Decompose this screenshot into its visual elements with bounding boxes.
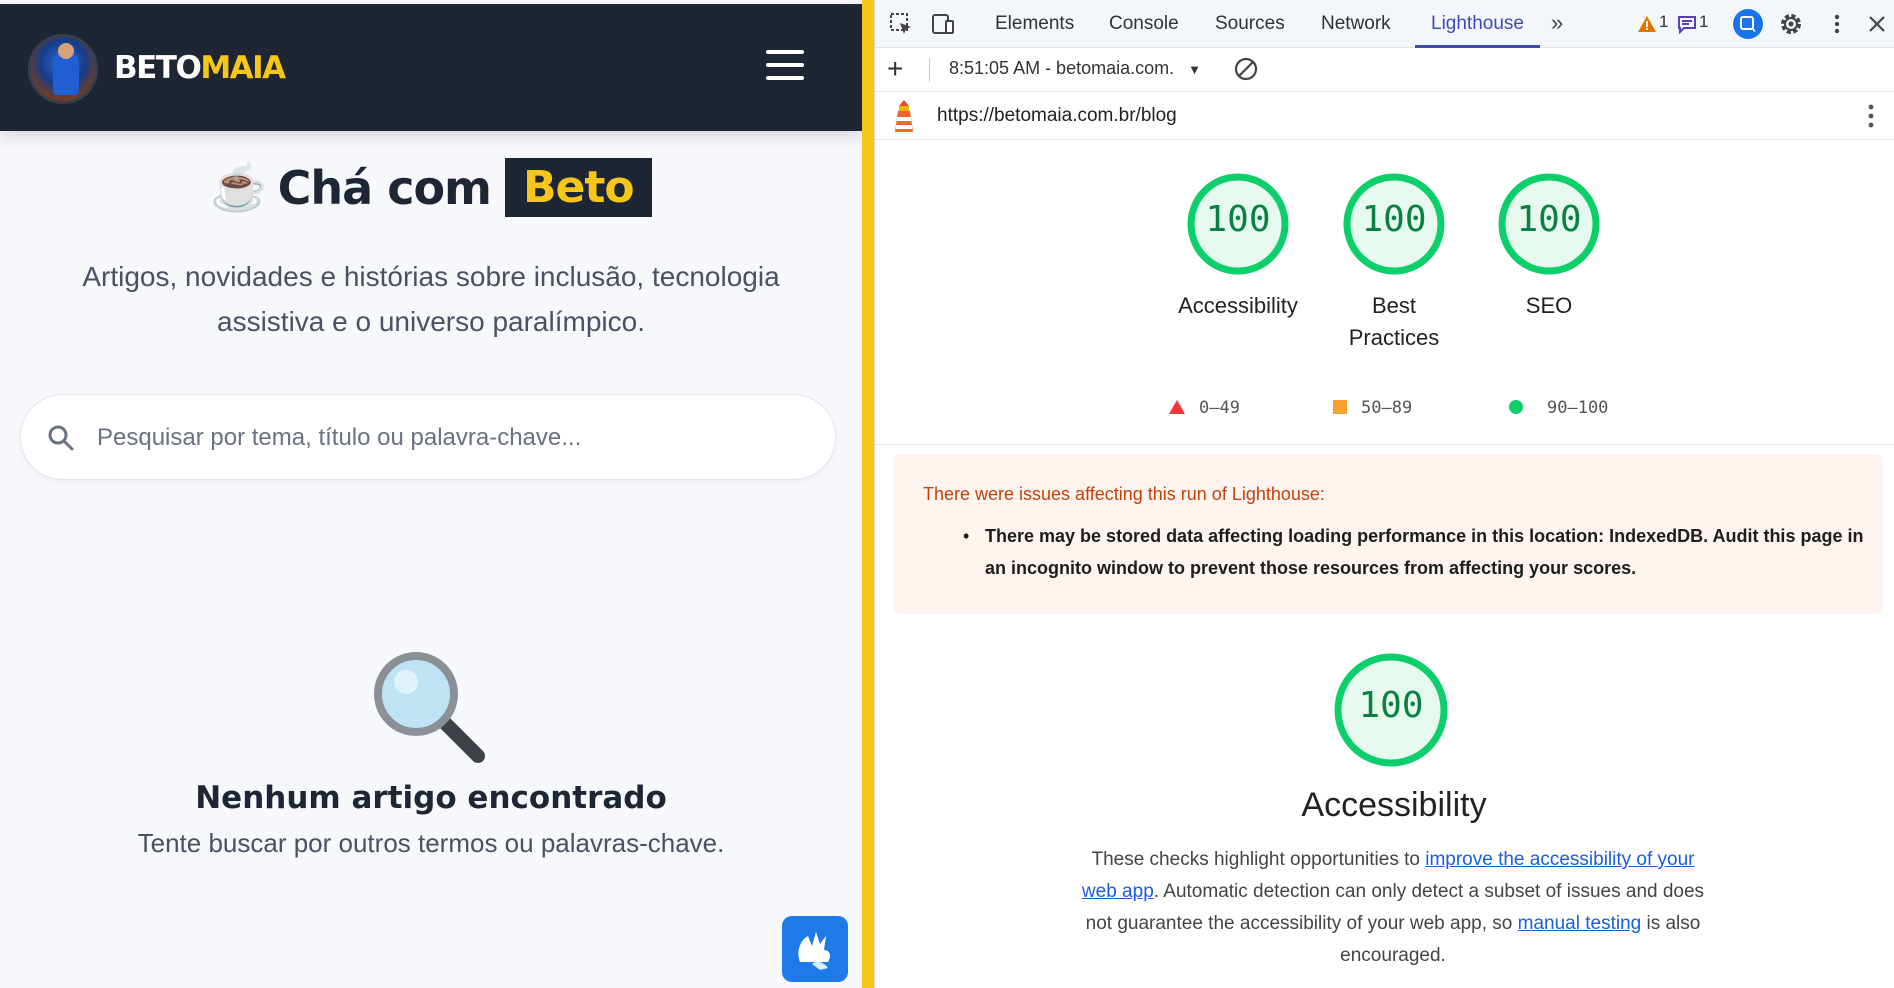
legend-fail: 0–49 xyxy=(1169,398,1240,418)
triangle-icon xyxy=(1169,400,1185,414)
report-select-value: 8:51:05 AM - betomaia.com. xyxy=(949,58,1175,78)
device-toolbar-icon[interactable] xyxy=(931,12,955,36)
manual-testing-link[interactable]: manual testing xyxy=(1518,913,1642,934)
coffee-cup-icon: ☕ xyxy=(210,161,268,213)
report-url-bar: https://betomaia.com.br/blog xyxy=(875,92,1894,140)
tab-console[interactable]: Console xyxy=(1109,0,1179,48)
category-title: Accessibility xyxy=(1301,786,1487,824)
toolbar-divider xyxy=(929,58,930,82)
gauge-score: 100 xyxy=(1358,685,1424,726)
logo-text-right: MAIA xyxy=(200,50,286,86)
warning-title: There were issues affecting this run of … xyxy=(923,484,1325,504)
split-divider[interactable] xyxy=(862,0,874,988)
gauge-score: 100 xyxy=(1205,199,1271,240)
legend-average: 50–89 xyxy=(1333,398,1412,418)
vlibras-accessibility-button[interactable] xyxy=(782,916,848,982)
run-warnings-box: There were issues affecting this run of … xyxy=(893,454,1883,614)
gauge-label-accessibility[interactable]: Accessibility xyxy=(1148,290,1328,322)
more-options-icon[interactable] xyxy=(1825,12,1849,36)
page-title-badge: Beto xyxy=(505,158,652,217)
warning-item: There may be stored data affecting loadi… xyxy=(985,526,1864,578)
sign-language-hands-icon xyxy=(798,932,831,970)
devtools-panel: Elements Console Sources Network Lightho… xyxy=(874,0,1894,988)
gauge-seo[interactable]: 100 xyxy=(1497,172,1601,276)
empty-state-subtitle: Tente buscar por outros termos ou palavr… xyxy=(137,828,725,858)
square-icon xyxy=(1333,400,1347,414)
gauge-label-best-practices[interactable]: Best Practices xyxy=(1339,290,1449,354)
ai-assistance-icon[interactable] xyxy=(1733,9,1763,39)
gauge-best-practices[interactable]: 100 xyxy=(1342,172,1446,276)
chevron-down-icon: ▼ xyxy=(1188,62,1201,77)
website-viewport: BETOMAIA ☕ Chá com Beto Artigos, novidades… xyxy=(0,0,862,988)
empty-state-title: Nenhum artigo encontrado xyxy=(195,780,667,816)
category-description: These checks highlight opportunities to … xyxy=(1073,844,1713,972)
new-report-plus-icon[interactable]: + xyxy=(887,54,903,84)
magnifying-glass-icon xyxy=(374,652,485,763)
close-icon[interactable] xyxy=(1865,12,1889,36)
section-divider xyxy=(875,444,1894,445)
page-title-text: Chá com xyxy=(277,160,492,215)
tab-elements[interactable]: Elements xyxy=(995,0,1074,48)
devtools-tabbar: Elements Console Sources Network Lightho… xyxy=(875,0,1894,48)
warning-triangle-icon[interactable] xyxy=(1637,14,1657,34)
report-select[interactable]: 8:51:05 AM - betomaia.com. ▼ xyxy=(949,58,1201,79)
gauge-accessibility[interactable]: 100 xyxy=(1186,172,1290,276)
circle-icon xyxy=(1509,400,1523,414)
avatar[interactable] xyxy=(28,34,98,104)
gauge-score: 100 xyxy=(1361,199,1427,240)
messages-count[interactable]: 1 xyxy=(1699,12,1708,32)
legend-range: 0–49 xyxy=(1199,398,1240,418)
category-gauge-accessibility: 100 xyxy=(1333,652,1449,768)
page-subtitle: Artigos, novidades e histórias sobre inc… xyxy=(82,261,780,337)
hamburger-menu-button[interactable] xyxy=(766,50,808,86)
lighthouse-toolbar: + 8:51:05 AM - betomaia.com. ▼ xyxy=(875,48,1894,92)
search-input[interactable] xyxy=(97,417,797,459)
clear-reports-icon[interactable] xyxy=(1233,56,1259,82)
tab-sources[interactable]: Sources xyxy=(1215,0,1285,48)
more-tabs-chevron-icon[interactable]: » xyxy=(1551,0,1563,48)
legend-pass: 90–100 xyxy=(1509,398,1608,418)
site-logo[interactable]: BETOMAIA xyxy=(114,50,286,86)
settings-gear-icon[interactable] xyxy=(1779,12,1803,36)
tab-lighthouse[interactable]: Lighthouse xyxy=(1415,0,1540,48)
gauge-score: 100 xyxy=(1516,199,1582,240)
legend-range: 90–100 xyxy=(1547,398,1609,418)
desc-text: These checks highlight opportunities to xyxy=(1091,849,1426,870)
gauge-label-seo[interactable]: SEO xyxy=(1499,290,1599,322)
bullet: • xyxy=(963,526,970,546)
legend-range: 50–89 xyxy=(1361,398,1413,418)
logo-text-left: BETO xyxy=(114,50,202,86)
lighthouse-logo-icon xyxy=(895,100,913,132)
tab-network[interactable]: Network xyxy=(1321,0,1391,48)
search-icon xyxy=(48,425,74,451)
report-menu-icon[interactable] xyxy=(1861,102,1881,130)
inspect-element-icon[interactable] xyxy=(889,12,913,36)
audited-url: https://betomaia.com.br/blog xyxy=(937,105,1177,126)
site-header: BETOMAIA xyxy=(0,4,862,131)
page-title: ☕ Chá com Beto xyxy=(0,158,862,217)
warnings-count[interactable]: 1 xyxy=(1659,12,1668,32)
messages-icon[interactable] xyxy=(1677,14,1697,34)
search-bar[interactable] xyxy=(20,394,836,480)
